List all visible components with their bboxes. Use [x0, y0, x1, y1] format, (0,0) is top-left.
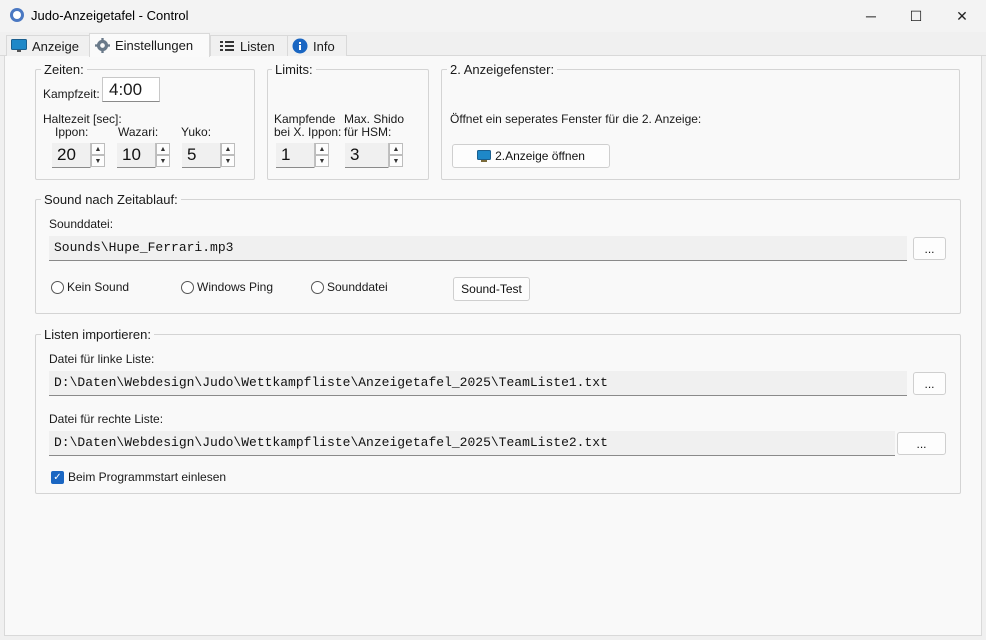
radio-circle [181, 280, 194, 294]
kampfende-stepper[interactable]: 1 ▲ ▼ [276, 143, 329, 168]
monitor-icon [11, 38, 27, 54]
kampfende-label: Kampfende [274, 112, 336, 126]
startup-load-checkbox[interactable]: ✓ Beim Programmstart einlesen [51, 470, 226, 484]
list-icon [219, 38, 235, 54]
shido-label: Max. Shido [344, 112, 405, 126]
tab-einstellungen[interactable]: Einstellungen [89, 33, 210, 57]
gear-icon [94, 38, 110, 54]
spin-up-icon[interactable]: ▲ [389, 143, 403, 155]
radio-windows-ping[interactable]: Windows Ping [181, 280, 273, 294]
open-anzeige2-label: 2.Anzeige öffnen [495, 149, 585, 163]
shido-stepper[interactable]: 3 ▲ ▼ [345, 143, 403, 168]
tab-anzeige[interactable]: Anzeige [6, 35, 90, 56]
sound-file-input[interactable]: Sounds\Hupe_Ferrari.mp3 [49, 236, 907, 261]
spin-up-icon[interactable]: ▲ [91, 143, 105, 155]
spin-down-icon[interactable]: ▼ [156, 155, 170, 167]
radio-label: Sounddatei [327, 280, 388, 294]
listen-legend: Listen importieren: [41, 327, 154, 342]
yuko-stepper[interactable]: 5 ▲ ▼ [182, 143, 235, 168]
yuko-label: Yuko: [181, 125, 212, 139]
sound-test-button[interactable]: Sound-Test [453, 277, 530, 301]
spin-down-icon[interactable]: ▼ [91, 155, 105, 167]
spin-down-icon[interactable]: ▼ [315, 155, 329, 167]
wazari-stepper[interactable]: 10 ▲ ▼ [117, 143, 170, 168]
left-list-browse-button[interactable]: ... [913, 372, 946, 395]
haltezeit-label: Haltezeit [sec]: [43, 112, 122, 126]
startup-load-label: Beim Programmstart einlesen [68, 470, 227, 484]
right-list-browse-button[interactable]: ... [897, 432, 946, 455]
kampfende-label-2: bei X. Ippon: [274, 125, 342, 139]
wazari-value: 10 [122, 145, 141, 164]
zeiten-legend: Zeiten: [41, 62, 87, 77]
radio-label: Kein Sound [67, 280, 130, 294]
spin-down-icon[interactable]: ▼ [221, 155, 235, 167]
monitor-icon [477, 149, 492, 163]
spin-up-icon[interactable]: ▲ [156, 143, 170, 155]
radio-circle [51, 280, 64, 294]
spin-up-icon[interactable]: ▲ [315, 143, 329, 155]
kampfzeit-label: Kampfzeit: [43, 87, 100, 101]
ippon-value: 20 [57, 145, 76, 164]
radio-sounddatei[interactable]: Sounddatei [311, 280, 388, 294]
shido-value: 3 [350, 145, 360, 164]
yuko-value: 5 [187, 145, 197, 164]
maximize-button[interactable]: ☐ [893, 0, 939, 32]
anzeige2-description: Öffnet ein seperates Fenster für die 2. … [450, 112, 702, 126]
limits-legend: Limits: [272, 62, 316, 77]
left-list-input[interactable]: D:\Daten\Webdesign\Judo\Wettkampfliste\A… [49, 371, 907, 396]
check-icon: ✓ [51, 470, 64, 484]
open-anzeige2-button[interactable]: 2.Anzeige öffnen [452, 144, 610, 168]
radio-label: Windows Ping [197, 280, 274, 294]
tab-label: Info [313, 38, 335, 54]
left-list-label: Datei für linke Liste: [49, 352, 155, 366]
minimize-button[interactable]: ─ [848, 0, 894, 32]
wazari-label: Wazari: [118, 125, 159, 139]
anzeige2-legend: 2. Anzeigefenster: [447, 62, 558, 77]
tab-label: Listen [240, 38, 275, 54]
kampfende-value: 1 [281, 145, 291, 164]
sound-legend: Sound nach Zeitablauf: [41, 192, 181, 207]
tab-listen[interactable]: Listen [210, 35, 288, 56]
tab-info[interactable]: Info [287, 35, 347, 56]
close-button[interactable]: ✕ [939, 0, 985, 32]
ippon-stepper[interactable]: 20 ▲ ▼ [52, 143, 105, 168]
tab-label: Einstellungen [115, 38, 194, 53]
radio-circle [311, 280, 324, 294]
right-list-label: Datei für rechte Liste: [49, 412, 164, 426]
sound-file-label: Sounddatei: [49, 217, 114, 231]
info-icon [292, 38, 308, 54]
sound-browse-button[interactable]: ... [913, 237, 946, 260]
ippon-label: Ippon: [55, 125, 89, 139]
shido-label-2: für HSM: [344, 125, 392, 139]
radio-kein-sound[interactable]: Kein Sound [51, 280, 129, 294]
kampfzeit-input[interactable]: 4:00 [102, 77, 160, 102]
spin-down-icon[interactable]: ▼ [389, 155, 403, 167]
app-icon [10, 8, 24, 22]
spin-up-icon[interactable]: ▲ [221, 143, 235, 155]
window-title: Judo-Anzeigetafel - Control [31, 8, 189, 23]
right-list-input[interactable]: D:\Daten\Webdesign\Judo\Wettkampfliste\A… [49, 431, 895, 456]
tab-label: Anzeige [32, 38, 79, 54]
